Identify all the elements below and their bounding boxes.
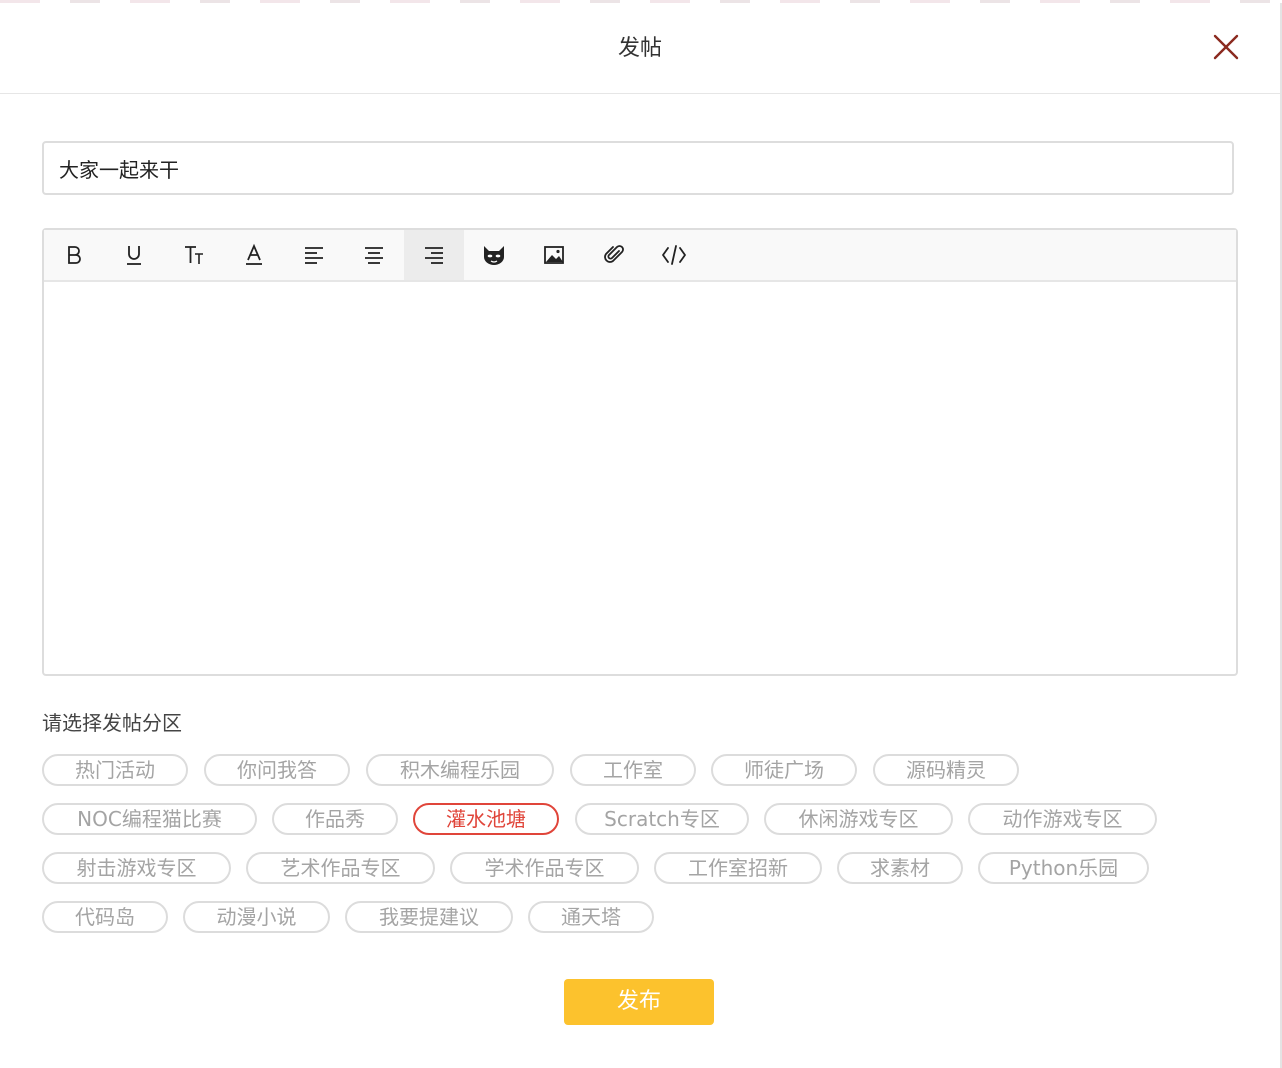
close-button[interactable]: [1208, 29, 1244, 65]
dialog-header: 发帖: [0, 3, 1280, 94]
align-left-icon: [305, 247, 323, 264]
emoji-cat-icon: [484, 246, 504, 265]
image-icon: [544, 246, 564, 264]
tag-anime-novel[interactable]: 动漫小说: [183, 901, 330, 933]
post-title-input[interactable]: [42, 141, 1234, 195]
tag-art-works[interactable]: 艺术作品专区: [246, 852, 435, 884]
editor-toolbar: [44, 230, 1236, 282]
font-color-icon: [246, 243, 262, 265]
tag-block-coding[interactable]: 积木编程乐园: [366, 754, 554, 786]
code-icon: [662, 245, 686, 265]
tag-studio[interactable]: 工作室: [570, 754, 696, 786]
tag-source-code[interactable]: 源码精灵: [873, 754, 1019, 786]
align-right-icon: [425, 247, 443, 264]
tag-showcase[interactable]: 作品秀: [272, 803, 398, 835]
align-left-button[interactable]: [284, 230, 344, 280]
underline-button[interactable]: [104, 230, 164, 280]
editor-content-area[interactable]: [44, 282, 1236, 674]
tag-noc-contest[interactable]: NOC编程猫比赛: [42, 803, 257, 835]
close-icon: [1213, 34, 1239, 60]
post-dialog: 发帖 大家一起来干 请选择发帖分区 热门活动 你问我答 积木编程乐园 工作室 师…: [0, 3, 1282, 1068]
tag-sky-tower[interactable]: 通天塔: [528, 901, 654, 933]
underline-icon: [127, 246, 141, 265]
code-button[interactable]: [644, 230, 704, 280]
attachment-icon: [604, 245, 624, 263]
tag-request-assets[interactable]: 求素材: [837, 852, 963, 884]
bold-icon: [68, 246, 81, 264]
tag-studio-recruit[interactable]: 工作室招新: [654, 852, 822, 884]
tag-shooter-games[interactable]: 射击游戏专区: [42, 852, 231, 884]
align-center-icon: [365, 247, 383, 264]
font-size-button[interactable]: [164, 230, 224, 280]
tag-code-island[interactable]: 代码岛: [42, 901, 168, 933]
align-right-button[interactable]: [404, 230, 464, 280]
tag-casual-games[interactable]: 休闲游戏专区: [764, 803, 953, 835]
tag-hot-events[interactable]: 热门活动: [42, 754, 188, 786]
attachment-button[interactable]: [584, 230, 644, 280]
tag-academic-works[interactable]: 学术作品专区: [450, 852, 639, 884]
tag-mentor-square[interactable]: 师徒广场: [711, 754, 857, 786]
emoji-button[interactable]: [464, 230, 524, 280]
publish-button[interactable]: 发布: [564, 979, 714, 1025]
font-color-button[interactable]: [224, 230, 284, 280]
tag-action-games[interactable]: 动作游戏专区: [968, 803, 1157, 835]
font-size-icon: [185, 246, 203, 264]
tag-python[interactable]: Python乐园: [978, 852, 1149, 884]
tag-water-pond-selected[interactable]: 灌水池塘: [413, 803, 559, 835]
tag-suggestions[interactable]: 我要提建议: [345, 901, 513, 933]
rich-text-editor: [42, 228, 1238, 676]
bold-button[interactable]: [44, 230, 104, 280]
tag-scratch[interactable]: Scratch专区: [575, 803, 749, 835]
dialog-title: 发帖: [617, 36, 662, 61]
insert-image-button[interactable]: [524, 230, 584, 280]
section-select-label: 请选择发帖分区: [42, 711, 182, 735]
align-center-button[interactable]: [344, 230, 404, 280]
tag-qa[interactable]: 你问我答: [204, 754, 350, 786]
